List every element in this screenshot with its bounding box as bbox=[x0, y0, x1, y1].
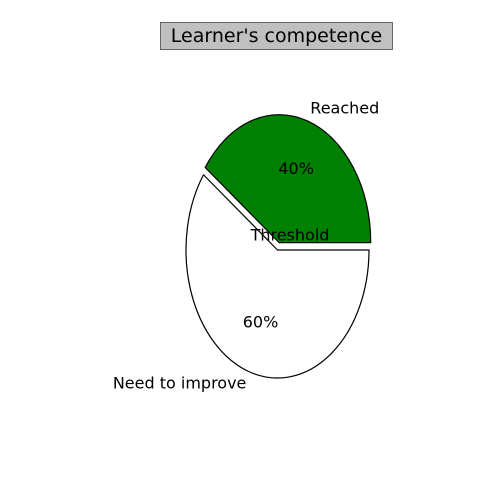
slice-label: Reached bbox=[310, 98, 379, 117]
slice-label: Need to improve bbox=[113, 373, 247, 392]
percent-label: 60% bbox=[243, 313, 279, 332]
percent-label: 40% bbox=[278, 159, 314, 178]
pie-chart: 40% Reached 60% Need to improve Threshold bbox=[113, 98, 379, 392]
threshold-label: Threshold bbox=[250, 226, 330, 245]
pie-slices bbox=[185, 114, 372, 379]
